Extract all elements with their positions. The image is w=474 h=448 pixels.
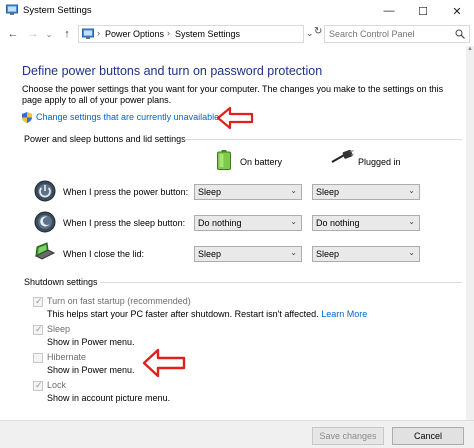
address-box[interactable]: › Power Options › System Settings bbox=[78, 25, 304, 43]
close-button[interactable]: ✕ bbox=[440, 0, 474, 22]
control-panel-icon bbox=[82, 28, 94, 39]
fast-startup-description: This helps start your PC faster after sh… bbox=[47, 309, 367, 319]
minimize-button[interactable]: — bbox=[372, 0, 406, 22]
hibernate-checkbox[interactable] bbox=[33, 353, 43, 363]
select-value: Sleep bbox=[198, 187, 222, 197]
sleep-button-label: When I press the sleep button: bbox=[63, 218, 186, 228]
up-button[interactable]: ↑ bbox=[60, 26, 74, 42]
cancel-button[interactable]: Cancel bbox=[392, 427, 464, 445]
annotation-arrow-left-icon bbox=[142, 348, 186, 378]
refresh-button[interactable]: ↻ bbox=[314, 26, 324, 42]
sleep-button-plugged-select[interactable]: Do nothing ⌄ bbox=[312, 215, 420, 231]
select-value: Sleep bbox=[198, 249, 222, 259]
lock-description: Show in account picture menu. bbox=[47, 393, 171, 403]
laptop-lid-icon bbox=[34, 242, 56, 260]
power-button-battery-select[interactable]: Sleep ⌄ bbox=[194, 184, 302, 200]
sleep-label: Sleep bbox=[47, 324, 71, 334]
chevron-down-icon: ⌄ bbox=[290, 217, 297, 226]
select-value: Do nothing bbox=[316, 218, 360, 228]
search-icon[interactable] bbox=[455, 29, 465, 39]
checkmark-icon: ✓ bbox=[35, 380, 43, 390]
sleep-description: Show in Power menu. bbox=[47, 337, 135, 347]
footer-bar: Save changes Cancel bbox=[0, 420, 474, 448]
checkmark-icon: ✓ bbox=[35, 296, 43, 306]
chevron-down-icon: ⌄ bbox=[408, 217, 415, 226]
power-button-plugged-select[interactable]: Sleep ⌄ bbox=[312, 184, 420, 200]
hibernate-description: Show in Power menu. bbox=[47, 365, 135, 375]
search-box[interactable] bbox=[324, 25, 470, 43]
page-title: Define power buttons and turn on passwor… bbox=[22, 64, 323, 78]
vertical-scrollbar[interactable]: ▲ bbox=[466, 46, 474, 420]
shutdown-settings-group-label: Shutdown settings bbox=[24, 277, 98, 287]
checkmark-icon: ✓ bbox=[35, 324, 43, 334]
sleep-checkbox[interactable]: ✓ bbox=[33, 324, 43, 335]
fast-startup-checkbox[interactable]: ✓ bbox=[33, 296, 43, 307]
chevron-down-icon: ⌄ bbox=[290, 186, 297, 195]
group-divider bbox=[184, 139, 462, 140]
lock-label: Lock bbox=[47, 380, 67, 390]
chevron-down-icon: ⌄ bbox=[290, 248, 297, 257]
page-description: Choose the power settings that you want … bbox=[22, 84, 444, 105]
fast-startup-label: Turn on fast startup (recommended) bbox=[47, 296, 191, 306]
sleep-button-battery-select[interactable]: Do nothing ⌄ bbox=[194, 215, 302, 231]
window-title: System Settings bbox=[23, 5, 92, 16]
chevron-down-icon: ⌄ bbox=[408, 248, 415, 257]
battery-icon bbox=[217, 150, 231, 170]
lock-checkbox[interactable]: ✓ bbox=[33, 380, 43, 391]
main-content: Define power buttons and turn on passwor… bbox=[0, 46, 474, 420]
select-value: Do nothing bbox=[198, 218, 242, 228]
search-input[interactable] bbox=[329, 27, 449, 41]
breadcrumb-system-settings[interactable]: System Settings bbox=[175, 29, 240, 39]
change-settings-link[interactable]: Change settings that are currently unava… bbox=[36, 112, 219, 122]
uac-shield-icon bbox=[22, 112, 32, 123]
scroll-up-arrow-icon[interactable]: ▲ bbox=[466, 46, 474, 54]
close-lid-battery-select[interactable]: Sleep ⌄ bbox=[194, 246, 302, 262]
hibernate-label: Hibernate bbox=[47, 352, 87, 362]
breadcrumb-separator: › bbox=[167, 28, 170, 38]
group-divider bbox=[100, 282, 462, 283]
navigation-bar: ← → ⌄ ↑ › Power Options › System Setting… bbox=[0, 23, 474, 45]
select-value: Sleep bbox=[316, 249, 340, 259]
power-button-label: When I press the power button: bbox=[63, 187, 189, 197]
forward-button[interactable]: → bbox=[26, 26, 40, 42]
back-button[interactable]: ← bbox=[6, 26, 20, 42]
address-dropdown-button[interactable]: ⌄ bbox=[306, 28, 314, 39]
select-value: Sleep bbox=[316, 187, 340, 197]
control-panel-icon bbox=[6, 4, 18, 15]
recent-locations-button[interactable]: ⌄ bbox=[44, 26, 54, 42]
learn-more-link[interactable]: Learn More bbox=[321, 309, 367, 319]
close-lid-label: When I close the lid: bbox=[63, 249, 145, 259]
power-plug-icon bbox=[331, 150, 354, 163]
title-bar: System Settings — ☐ ✕ bbox=[0, 0, 474, 22]
close-lid-plugged-select[interactable]: Sleep ⌄ bbox=[312, 246, 420, 262]
chevron-down-icon: ⌄ bbox=[408, 186, 415, 195]
power-buttons-group-label: Power and sleep buttons and lid settings bbox=[24, 134, 186, 144]
breadcrumb-separator: › bbox=[97, 28, 100, 38]
breadcrumb-power-options[interactable]: Power Options bbox=[105, 29, 164, 39]
plugged-in-column-header: Plugged in bbox=[358, 157, 401, 167]
annotation-arrow-left-icon bbox=[216, 106, 254, 130]
maximize-button[interactable]: ☐ bbox=[406, 0, 440, 22]
fast-startup-description-text: This helps start your PC faster after sh… bbox=[47, 309, 319, 319]
save-changes-button[interactable]: Save changes bbox=[312, 427, 384, 445]
on-battery-column-header: On battery bbox=[240, 157, 283, 167]
power-button-icon bbox=[34, 180, 56, 202]
sleep-button-icon bbox=[34, 211, 56, 233]
